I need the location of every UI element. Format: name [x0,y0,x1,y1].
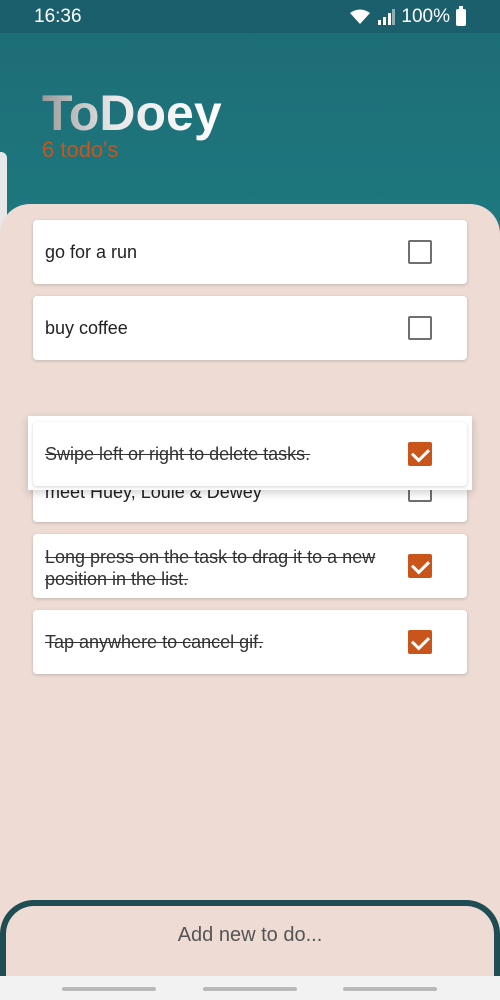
status-bar: 16:36 100% [0,0,500,33]
task-checkbox-checked[interactable] [408,554,432,578]
task-item[interactable]: buy coffee [33,296,467,360]
status-icons: 100% [349,5,466,28]
task-checkbox[interactable] [408,316,432,340]
task-text: go for a run [45,242,138,262]
nav-recents[interactable] [62,987,156,991]
status-time: 16:36 [34,6,82,27]
task-text: Swipe left or right to delete tasks. [45,444,311,464]
task-text: Tap anywhere to cancel gif. [45,632,264,652]
system-nav-bar [0,976,500,1000]
task-checkbox-checked[interactable] [408,630,432,654]
task-checkbox[interactable] [408,240,432,264]
task-list-sheet: go for a run buy coffee meet Huey, Louie… [0,204,500,1000]
nav-back[interactable] [343,987,437,991]
dragging-task-item[interactable]: Swipe left or right to delete tasks. [33,422,467,486]
task-text: Long press on the task to drag it to a n… [45,547,376,589]
signal-icon [378,9,396,25]
wifi-icon [350,9,371,24]
task-item[interactable]: go for a run [33,220,467,284]
battery-percent: 100% [401,6,450,27]
task-text: buy coffee [45,318,128,338]
task-item[interactable]: Long press on the task to drag it to a n… [33,534,467,598]
task-checkbox-checked[interactable] [408,442,432,466]
add-todo-label[interactable]: Add new to do... [0,924,500,947]
app-title: ToDoey [42,85,222,141]
nav-home[interactable] [203,987,297,991]
todo-count: 6 todo's [42,137,119,162]
battery-icon [456,5,466,26]
task-item[interactable]: Tap anywhere to cancel gif. [33,610,467,674]
